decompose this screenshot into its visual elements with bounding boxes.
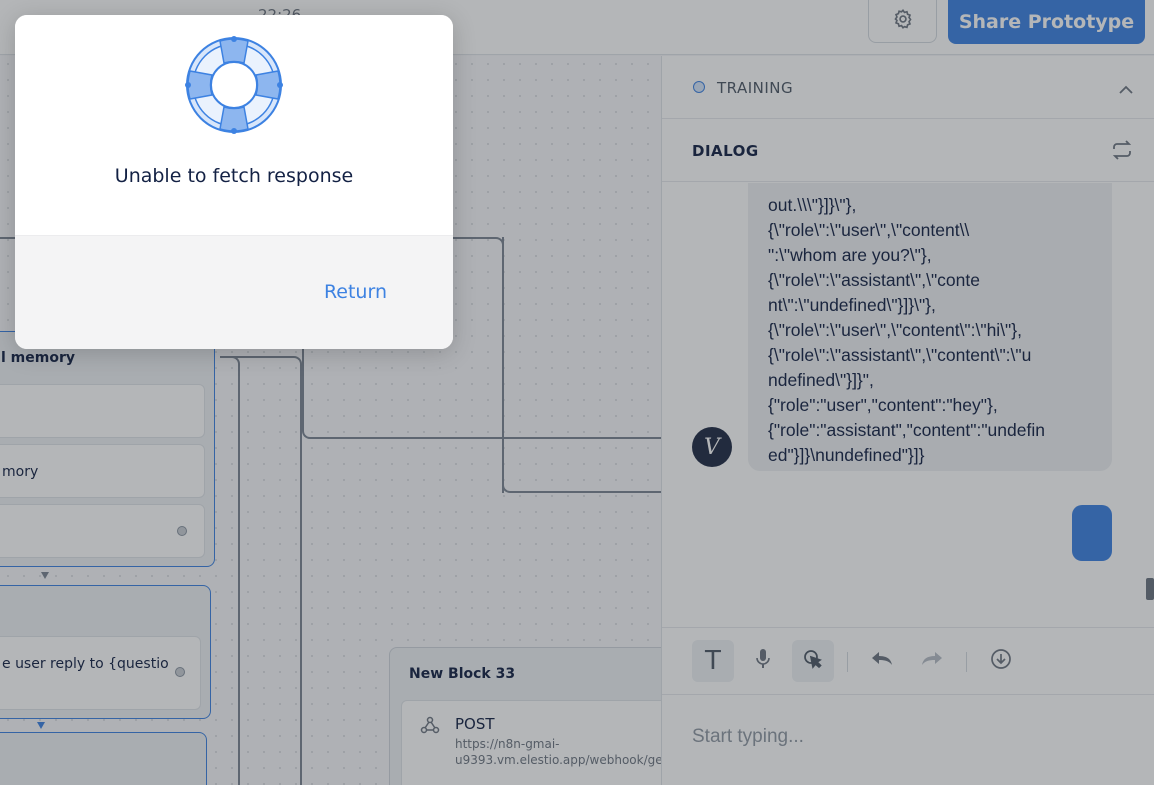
modal-message: Unable to fetch response <box>114 165 354 187</box>
modal-body: Unable to fetch response <box>15 15 453 235</box>
error-modal: Unable to fetch response Return <box>15 15 453 349</box>
modal-footer: Return <box>15 235 453 349</box>
lifebuoy-icon <box>184 35 284 135</box>
return-button[interactable]: Return <box>324 281 387 303</box>
